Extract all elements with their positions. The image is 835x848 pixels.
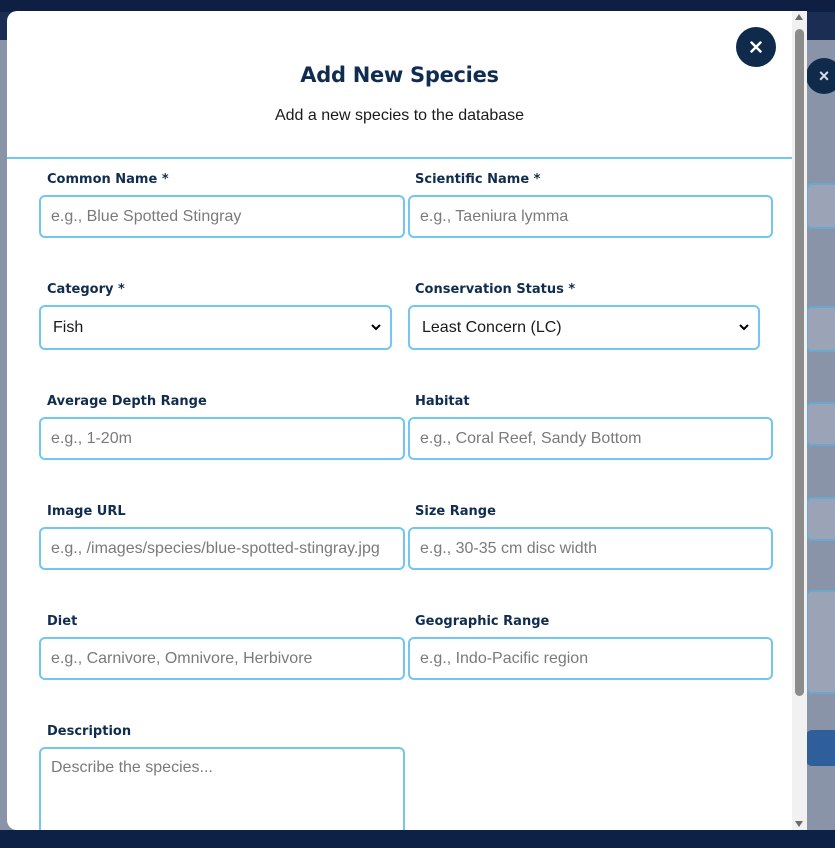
diet-input[interactable] bbox=[39, 637, 405, 680]
common-name-label: Common Name * bbox=[47, 172, 169, 187]
background-field bbox=[806, 183, 835, 229]
common-name-input[interactable] bbox=[39, 195, 405, 238]
background-bottom bbox=[0, 830, 835, 848]
conservation-status-label: Conservation Status * bbox=[415, 282, 576, 297]
depth-range-input[interactable] bbox=[39, 417, 405, 460]
close-icon bbox=[750, 41, 762, 53]
close-button[interactable] bbox=[736, 27, 776, 67]
modal-scrollbar[interactable] bbox=[792, 11, 807, 830]
size-range-input[interactable] bbox=[408, 527, 773, 570]
background-button bbox=[806, 730, 835, 766]
scroll-up-arrow-icon[interactable] bbox=[795, 14, 803, 20]
modal-title: Add New Species bbox=[300, 63, 499, 87]
habitat-label: Habitat bbox=[415, 394, 470, 409]
modal-subtitle: Add a new species to the database bbox=[274, 107, 525, 124]
habitat-input[interactable] bbox=[408, 417, 773, 460]
description-textarea[interactable] bbox=[39, 747, 405, 830]
chevron-down-icon bbox=[371, 324, 381, 331]
chevron-down-icon bbox=[739, 324, 749, 331]
geographic-range-input[interactable] bbox=[408, 637, 773, 680]
background-field bbox=[806, 497, 835, 541]
scroll-down-arrow-icon[interactable] bbox=[795, 821, 803, 827]
scrollbar-thumb[interactable] bbox=[795, 29, 804, 696]
description-label: Description bbox=[47, 724, 132, 739]
background-field bbox=[806, 402, 835, 446]
category-selected-value: Fish bbox=[53, 318, 84, 336]
modal-header: Add New Species Add a new species to the… bbox=[7, 11, 792, 159]
category-select[interactable]: Fish bbox=[39, 305, 392, 350]
depth-range-label: Average Depth Range bbox=[47, 394, 207, 409]
geographic-range-label: Geographic Range bbox=[415, 614, 550, 629]
image-url-input[interactable] bbox=[39, 527, 405, 570]
scientific-name-input[interactable] bbox=[408, 195, 773, 238]
scientific-name-label: Scientific Name * bbox=[415, 172, 541, 187]
size-range-label: Size Range bbox=[415, 504, 496, 519]
conservation-status-selected-value: Least Concern (LC) bbox=[422, 318, 562, 336]
background-field bbox=[806, 306, 835, 352]
diet-label: Diet bbox=[47, 614, 78, 629]
image-url-label: Image URL bbox=[47, 504, 126, 519]
add-species-modal: Add New Species Add a new species to the… bbox=[7, 11, 807, 830]
category-label: Category * bbox=[47, 282, 125, 297]
conservation-status-select[interactable]: Least Concern (LC) bbox=[408, 305, 760, 350]
background-textarea bbox=[806, 590, 835, 694]
background-close-icon: × bbox=[806, 58, 835, 94]
